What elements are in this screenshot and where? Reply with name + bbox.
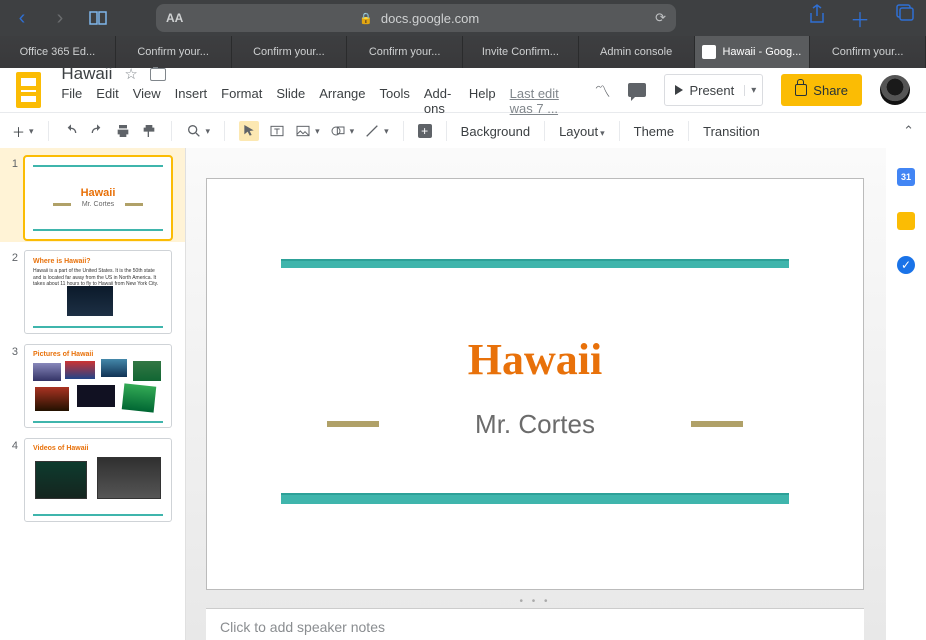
slide-thumbnail[interactable]: Pictures of Hawaii [24,344,172,428]
notes-resize-handle[interactable]: • • • [206,596,864,606]
url-host: docs.google.com [381,11,479,26]
slide-thumbnail-panel: 1 Hawaii Mr. Cortes 2 Where is Hawaii? H… [0,148,186,640]
layout-button[interactable]: Layout▾ [559,124,605,139]
image-tool[interactable]: ▾ [295,123,320,139]
lock-share-icon [795,84,807,96]
menu-format[interactable]: Format [221,86,262,116]
tasks-icon[interactable]: ✓ [897,256,915,274]
account-avatar[interactable] [880,75,910,105]
side-panel: 31 ✓ [886,148,926,640]
browser-tab-active[interactable]: Hawaii - Goog... [695,36,811,68]
undo-button[interactable] [63,123,79,139]
browser-tab[interactable]: Confirm your... [810,36,926,68]
safari-top-bar: ‹ › AA 🔒 docs.google.com ⟳ ＋ [0,0,926,36]
theme-button[interactable]: Theme [634,124,674,139]
bookmarks-icon[interactable] [88,10,108,26]
menu-bar: File Edit View Insert Format Slide Arran… [61,86,574,116]
menu-insert[interactable]: Insert [175,86,208,116]
slide-thumbnail[interactable]: Hawaii Mr. Cortes [24,156,172,240]
present-button[interactable]: Present [665,83,744,98]
lock-icon: 🔒 [359,12,373,25]
menu-arrange[interactable]: Arrange [319,86,365,116]
address-bar[interactable]: AA 🔒 docs.google.com ⟳ [156,4,676,32]
decorative-bar-top [281,259,789,268]
slides-favicon [702,45,716,59]
share-ios-icon[interactable] [808,4,826,33]
slide-thumbnail[interactable]: Where is Hawaii? Hawaii is a part of the… [24,250,172,334]
menu-help[interactable]: Help [469,86,496,116]
slide-thumbnail[interactable]: Videos of Hawaii [24,438,172,522]
paint-format-button[interactable] [141,123,157,139]
redo-button[interactable] [89,123,105,139]
tabs-overview-icon[interactable] [894,4,914,33]
slide-canvas[interactable]: Hawaii Mr. Cortes [206,178,864,590]
zoom-button[interactable]: ▾ [186,123,211,139]
slide-canvas-area[interactable]: Hawaii Mr. Cortes • • • Click to add spe… [186,148,886,640]
thumb-row[interactable]: 4 Videos of Hawaii [0,430,185,524]
speaker-notes[interactable]: Click to add speaker notes [206,608,864,640]
textbox-tool[interactable] [269,123,285,139]
reader-aa-icon[interactable]: AA [166,11,183,25]
decorative-bar-bottom [281,493,789,504]
menu-addons[interactable]: Add-ons [424,86,455,116]
calendar-icon[interactable]: 31 [897,168,915,186]
menu-edit[interactable]: Edit [96,86,118,116]
menu-tools[interactable]: Tools [380,86,410,116]
browser-tab[interactable]: Admin console [579,36,695,68]
forward-button[interactable]: › [50,7,70,30]
insert-comment-button[interactable]: + [418,124,432,138]
toolbar: ＋▾ ▾ ▾ ▾ ▾ + Background Layout▾ Theme Tr… [0,112,926,150]
menu-view[interactable]: View [133,86,161,116]
shape-tool[interactable]: ▾ [330,123,355,139]
comments-icon[interactable] [628,83,646,97]
background-button[interactable]: Background [461,124,530,139]
reload-icon[interactable]: ⟳ [655,10,666,26]
thumb-row[interactable]: 2 Where is Hawaii? Hawaii is a part of t… [0,242,185,336]
transition-button[interactable]: Transition [703,124,760,139]
thumb-row[interactable]: 1 Hawaii Mr. Cortes [0,148,185,242]
collapse-toolbar-icon[interactable]: ⌃ [903,123,914,139]
play-icon [675,85,683,95]
present-button-group: Present ▾ [664,74,763,106]
thumb-row[interactable]: 3 Pictures of Hawaii [0,336,185,430]
move-to-folder-icon[interactable] [150,68,166,81]
new-tab-icon[interactable]: ＋ [850,4,870,33]
back-button[interactable]: ‹ [12,7,32,30]
line-tool[interactable]: ▾ [364,123,389,139]
star-icon[interactable]: ☆ [124,65,137,83]
present-dropdown[interactable]: ▾ [744,85,762,96]
print-button[interactable] [115,123,131,139]
keep-icon[interactable] [897,212,915,230]
slide-subtitle[interactable]: Mr. Cortes [207,409,863,440]
slides-app-icon[interactable] [16,72,41,108]
menu-slide[interactable]: Slide [276,86,305,116]
select-tool[interactable] [239,121,259,141]
document-title[interactable]: Hawaii [61,64,112,84]
share-button[interactable]: Share [781,74,862,106]
explore-trend-icon[interactable]: 〽 [594,78,610,102]
new-slide-button[interactable]: ＋▾ [12,122,34,141]
decorative-dash [691,421,743,427]
last-edit-link[interactable]: Last edit was 7 ... [510,86,575,116]
docs-titlebar: Hawaii ☆ File Edit View Insert Format Sl… [0,68,926,112]
menu-file[interactable]: File [61,86,82,116]
slide-title[interactable]: Hawaii [207,334,863,385]
